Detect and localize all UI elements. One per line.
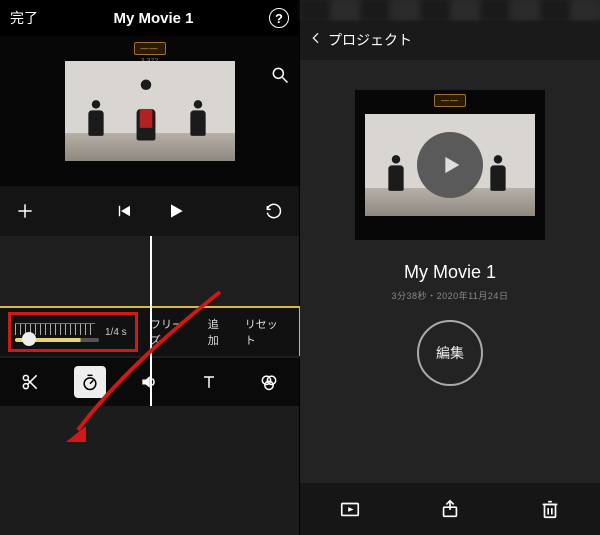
zoom-icon[interactable] xyxy=(269,64,291,86)
editor-pane: 完了 My Movie 1 ? —— 3 372 xyxy=(0,0,300,535)
skip-start-icon[interactable] xyxy=(113,200,135,222)
text-icon[interactable] xyxy=(193,366,225,398)
scissors-icon[interactable] xyxy=(14,366,46,398)
play-box-icon[interactable] xyxy=(335,494,365,524)
speed-slider-knob[interactable] xyxy=(22,332,36,346)
help-icon[interactable]: ? xyxy=(269,8,289,28)
freeze-button[interactable]: フリーズ xyxy=(146,314,196,350)
trash-icon[interactable] xyxy=(535,494,565,524)
back-chevron-icon[interactable] xyxy=(308,29,324,52)
thumb-overlay-tag: —— xyxy=(434,94,466,107)
video-preview[interactable] xyxy=(65,61,235,161)
project-detail: —— My Movie 1 3分38秒・2020年11月24日 編集 xyxy=(300,60,600,386)
transport-bar xyxy=(0,186,299,236)
speed-icon[interactable] xyxy=(74,366,106,398)
play-overlay-icon[interactable] xyxy=(417,132,483,198)
project-metadata: 3分38秒・2020年11月24日 xyxy=(392,289,509,302)
speed-slider-box: 1/4 s xyxy=(8,312,138,352)
speed-value: 1/4 s xyxy=(105,327,131,338)
play-icon[interactable] xyxy=(165,200,187,222)
timeline[interactable]: 1/4 s フリーズ 追加 リセット xyxy=(0,236,299,406)
edit-button[interactable]: 編集 xyxy=(417,320,483,386)
preview-area: —— 3 372 xyxy=(0,36,299,186)
projects-header: プロジェクト xyxy=(300,20,600,60)
filter-icon[interactable] xyxy=(253,366,285,398)
editor-header: 完了 My Movie 1 ? xyxy=(0,0,299,36)
preview-overlay-tag: —— xyxy=(134,42,166,55)
share-icon[interactable] xyxy=(435,494,465,524)
playhead[interactable] xyxy=(150,236,152,406)
reset-button[interactable]: リセット xyxy=(241,314,291,350)
add-media-icon[interactable] xyxy=(14,200,36,222)
speed-slider[interactable] xyxy=(15,338,99,342)
undo-icon[interactable] xyxy=(263,200,285,222)
projects-bottom-bar xyxy=(300,483,600,535)
project-thumbnail[interactable]: —— xyxy=(355,90,545,240)
project-title: My Movie 1 xyxy=(113,10,193,27)
done-button[interactable]: 完了 xyxy=(10,8,38,28)
projects-pane: プロジェクト —— My Movie 1 3分38秒・2020年11月24日 編… xyxy=(300,0,600,535)
add-button[interactable]: 追加 xyxy=(204,314,233,350)
project-name: My Movie 1 xyxy=(404,262,496,283)
status-bar-blur xyxy=(300,0,600,20)
back-label[interactable]: プロジェクト xyxy=(328,30,412,50)
